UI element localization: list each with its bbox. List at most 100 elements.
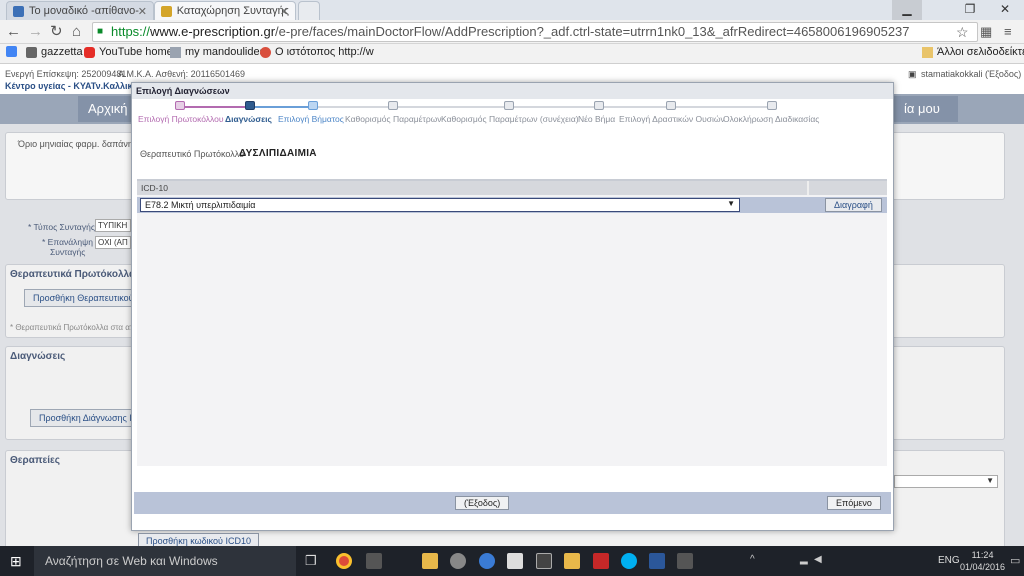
volume-icon[interactable]: ◀ — [814, 554, 822, 565]
step-3-label: Επιλογή Βήματος — [278, 114, 344, 124]
store-icon[interactable] — [507, 553, 523, 569]
repeat-label: * Επανάληψη — [42, 237, 93, 247]
folder-icon[interactable] — [422, 553, 438, 569]
next-button[interactable]: Επόμενο — [827, 496, 881, 510]
site-favicon-icon — [161, 5, 172, 17]
new-tab-button[interactable] — [298, 1, 320, 20]
step-7-marker — [666, 101, 676, 110]
bookmark-site[interactable]: Ο ιστότοπος http://w — [260, 46, 374, 58]
menu-icon[interactable]: ≡ — [1004, 23, 1012, 41]
step-3-marker — [308, 101, 318, 110]
icd10-column-header: ICD-10 — [141, 183, 168, 193]
minimize-icon[interactable]: ▁ — [892, 0, 922, 20]
rx-type-label: * Τύπος Συνταγής — [28, 222, 95, 232]
close-tab-icon[interactable]: ✕ — [280, 5, 289, 18]
skype-icon[interactable] — [621, 553, 637, 569]
active-visit: Ενεργή Επίσκεψη: 252009481 — [5, 69, 127, 79]
chrome-icon[interactable] — [336, 553, 352, 569]
extension-icon[interactable]: ▦ — [980, 23, 992, 41]
app-icon[interactable] — [677, 553, 693, 569]
browser-tab[interactable]: Το μοναδικό -απίθανο- ο ✕ — [6, 1, 154, 20]
bookmark-mandoulides[interactable]: my mandoulides — [170, 46, 265, 58]
taskbar-search[interactable]: Αναζήτηση σε Web και Windows — [34, 546, 296, 576]
step-6-marker — [594, 101, 604, 110]
dropdown-arrow-icon: ▼ — [727, 199, 735, 208]
monthly-limit-label: Όριο μηνιαίας φαρμ. δαπάνης Ε — [18, 139, 146, 149]
forward-icon[interactable]: → — [28, 23, 43, 41]
step-2-label: Διαγνώσεις — [225, 114, 272, 124]
health-center: Κέντρο υγείας - ΚΥΑΤν.Καλλικ — [5, 81, 133, 91]
task-view-icon[interactable]: ❒ — [305, 553, 317, 569]
user-icon: ▣ — [908, 69, 917, 79]
step-1-label: Επιλογή Πρωτοκόλλου — [138, 114, 224, 124]
browser-tab-bar: Το μοναδικό -απίθανο- ο ✕ Καταχώρηση Συν… — [0, 0, 1024, 20]
pdf-icon[interactable] — [593, 553, 609, 569]
restore-icon[interactable]: ❐ — [955, 0, 985, 20]
protocols-note: * Θεραπευτικά Πρωτόκολλα στα απ — [10, 323, 136, 332]
url-host: www.e-prescription.gr — [150, 24, 276, 39]
bookmark-youtube[interactable]: YouTube home — [84, 46, 173, 58]
repeat-select[interactable]: ΟΧΙ (ΑΠ — [95, 236, 131, 249]
icd10-selected-value: E78.2 Μικτή υπερλιπιδαιμία — [145, 200, 256, 210]
windows-taskbar: ⊞ Αναζήτηση σε Web και Windows ❒ ^ ▂ ◀ E… — [0, 546, 1024, 576]
reload-icon[interactable]: ↻ — [50, 23, 63, 41]
step-connector — [250, 106, 312, 108]
tab-title: Καταχώρηση Συνταγής — [176, 5, 289, 17]
folder-icon — [922, 46, 933, 58]
step-1-marker — [175, 101, 185, 110]
diagnoses-dialog: Επιλογή Διαγνώσεων Επιλογή Πρωτοκόλλου Δ… — [131, 82, 894, 546]
url-input[interactable]: ■ https://www.e-prescription.gr/e-pre/fa… — [92, 22, 978, 42]
step-8-label: Ολοκλήρωση Διαδικασίας — [723, 114, 820, 124]
delete-button[interactable]: Διαγραφή — [825, 198, 882, 212]
calculator-icon[interactable] — [366, 553, 382, 569]
step-8-marker — [767, 101, 777, 110]
clock[interactable]: 11:24 01/04/2016 — [960, 549, 1005, 573]
bookmark-gazzetta[interactable]: gazzetta — [26, 46, 83, 58]
word-icon[interactable] — [649, 553, 665, 569]
youtube-icon — [84, 46, 95, 58]
add-icd10-button[interactable]: Προσθήκη κωδικού ICD10 — [138, 533, 259, 546]
clock-time: 11:24 — [971, 550, 994, 560]
close-window-icon[interactable]: ✕ — [990, 0, 1020, 20]
star-icon[interactable]: ☆ — [956, 23, 969, 41]
my-nav-button[interactable]: ία μου — [894, 96, 958, 122]
language-indicator[interactable]: ENG — [938, 555, 960, 566]
icd10-table-header: ICD-10 — [137, 181, 887, 195]
back-icon[interactable]: ← — [6, 23, 21, 41]
close-tab-icon[interactable]: ✕ — [138, 5, 147, 18]
protocol-label: Θεραπευτικό Πρωτόκολλο — [140, 149, 245, 159]
page-content: Ενεργή Επίσκεψη: 252009481 Α.Μ.Κ.Α. Ασθε… — [0, 64, 1024, 546]
step-5-label: Καθορισμός Παραμέτρων (συνέχεια) — [441, 114, 579, 124]
icd10-select[interactable]: E78.2 Μικτή υπερλιπιδαιμία ▼ — [140, 198, 740, 212]
tray-chevron-icon[interactable]: ^ — [750, 554, 755, 565]
therapy-dropdown-icon[interactable]: ▼ — [894, 475, 998, 488]
lock-icon: ■ — [97, 26, 104, 37]
tab-title: Το μοναδικό -απίθανο- ο — [29, 5, 141, 17]
network-icon[interactable]: ▂ — [800, 554, 808, 565]
home-nav-button[interactable]: Αρχική — [78, 96, 132, 122]
start-icon[interactable]: ⊞ — [10, 554, 22, 568]
bookmarks-bar: gazzetta YouTube home my mandoulides Ο ι… — [0, 44, 1024, 64]
wizard-steps: Επιλογή Πρωτοκόλλου Διαγνώσεις Επιλογή Β… — [132, 99, 893, 129]
rx-type-select[interactable]: ΤΥΠΙΚΗ — [95, 219, 131, 232]
protocol-value: ΔΥΣΛΙΠΙΔΑΙΜΙΑ — [239, 148, 317, 159]
other-bookmarks[interactable]: Άλλοι σελιδοδείκτες — [922, 46, 1024, 58]
google-apps-icon[interactable] — [6, 46, 21, 57]
url-scheme: https:// — [111, 24, 151, 39]
notifications-icon[interactable]: ▭ — [1010, 554, 1020, 567]
patient-amka: Α.Μ.Κ.Α. Ασθενή: 20116501469 — [118, 69, 245, 79]
app-icon[interactable] — [536, 553, 552, 569]
url-path: /e-pre/faces/mainDoctorFlow/AddPrescript… — [275, 24, 910, 39]
folder-icon[interactable] — [564, 553, 580, 569]
dialog-title: Επιλογή Διαγνώσεων — [132, 83, 893, 99]
site-favicon-icon — [13, 5, 24, 17]
browser-tab-active[interactable]: Καταχώρηση Συνταγής ✕ — [154, 1, 296, 20]
app-icon[interactable] — [479, 553, 495, 569]
app-icon[interactable] — [450, 553, 466, 569]
home-icon[interactable]: ⌂ — [72, 23, 81, 41]
exit-button[interactable]: (Έξοδος) — [455, 496, 510, 510]
step-2-marker — [245, 101, 255, 110]
repeat-label-2: Συνταγής — [50, 247, 86, 257]
step-connector — [180, 106, 248, 108]
user-logout-link[interactable]: stamatiakokkali (Έξοδος) — [921, 69, 1021, 79]
